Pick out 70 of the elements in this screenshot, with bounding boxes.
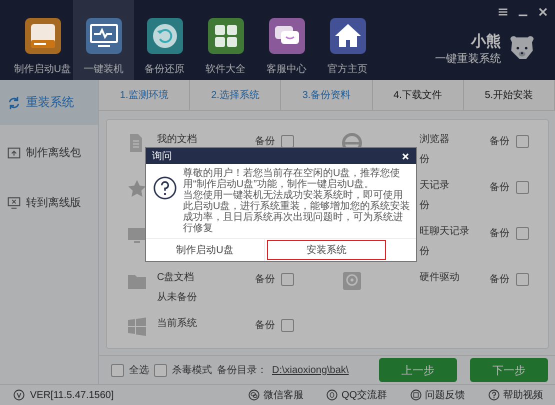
item-status: 份 — [420, 154, 430, 166]
item-status: 份 — [420, 246, 430, 258]
checkbox[interactable] — [281, 135, 294, 148]
status-link[interactable]: 帮助视频 — [488, 388, 543, 402]
backup-label: 备份 — [255, 274, 275, 286]
dialog-button[interactable]: 安装系统 — [266, 240, 386, 260]
item-label: 旺聊天记录 — [420, 226, 470, 238]
nav-item[interactable]: 备份还原 — [134, 0, 195, 80]
feedback-icon — [410, 389, 422, 401]
dialog-message: 当您使用一键装机无法成功安装系统时，即可使用此启动U盘，进行系统重装，能够增加您的系统安装成功率，且日后系统再次出现问题时，可为系统进行修复 — [183, 190, 412, 234]
checkbox-label: 杀毒模式 — [172, 364, 212, 377]
nav-item[interactable]: 制作启动U盘 — [12, 0, 73, 80]
chat-icon — [248, 389, 260, 401]
monitor-icon — [127, 225, 147, 245]
item-label: C盘文档 — [157, 272, 196, 284]
brand-name: 小熊 — [471, 32, 501, 51]
sidebar-item[interactable]: 转到离线版 — [0, 180, 98, 225]
nav-item[interactable]: 官方主页 — [317, 0, 378, 80]
item-label: 硬件驱动 — [420, 272, 460, 284]
item-label: 天记录 — [420, 180, 450, 192]
step: 4.下载文件 — [372, 80, 464, 110]
status-link[interactable]: 问题反馈 — [410, 388, 465, 402]
nav-item[interactable]: 软件大全 — [195, 0, 256, 80]
checkbox[interactable] — [516, 227, 528, 240]
item-label: 当前系统 — [157, 318, 198, 330]
sidebar-item[interactable]: 制作离线包 — [0, 130, 98, 175]
checkbox[interactable] — [516, 181, 528, 194]
upload-box-icon — [7, 146, 21, 160]
brand-tagline: 一键重装系统 — [435, 52, 501, 66]
checkbox[interactable] — [281, 319, 294, 332]
backup-label: 备份 — [255, 136, 275, 148]
checkbox[interactable] — [516, 273, 528, 286]
backup-label: 备份 — [490, 136, 510, 148]
checkbox[interactable] — [154, 364, 167, 376]
version-icon — [13, 389, 25, 401]
disk-drive-icon — [342, 271, 362, 291]
menu-icon[interactable] — [497, 6, 509, 18]
monitor-icon — [7, 196, 21, 210]
step: 1.监测环境 — [99, 80, 190, 110]
dialog-title: 询问 — [152, 150, 172, 163]
star-icon — [127, 179, 147, 199]
question-icon — [153, 176, 177, 200]
step: 5.开始安装 — [464, 80, 555, 110]
step: 3.备份资料 — [281, 80, 373, 110]
nav-item[interactable]: 客服中心 — [256, 0, 317, 80]
item-status: 份 — [420, 200, 430, 212]
close-icon[interactable] — [537, 6, 549, 18]
backup-label: 备份 — [490, 182, 510, 194]
windows-logo-icon — [127, 317, 147, 337]
close-icon[interactable] — [401, 152, 410, 160]
version-text: VER[11.5.47.1560] — [30, 390, 114, 400]
dialog-message: 尊敬的用户！若您当前存在空闲的U盘，推荐您使用“制作启动U盘”功能，制作一键启动U盘。 — [183, 168, 402, 190]
nav-item[interactable]: 一键装机 — [73, 0, 134, 80]
item-label: 我的文档 — [157, 134, 198, 146]
checkbox[interactable] — [281, 273, 294, 286]
backup-dir-link[interactable]: D:\xiaoxiong\bak\ — [272, 364, 349, 376]
item-label: 浏览器 — [420, 134, 450, 146]
checkbox[interactable] — [516, 135, 528, 148]
status-link[interactable]: QQ交流群 — [326, 388, 387, 402]
refresh-icon — [7, 96, 21, 110]
checkbox[interactable] — [111, 364, 124, 376]
backup-dir-label: 备份目录： — [217, 364, 267, 377]
step: 2.选择系统 — [190, 80, 282, 110]
status-link[interactable]: 微信客服 — [248, 388, 304, 402]
backup-label: 备份 — [490, 274, 510, 286]
backup-label: 备份 — [490, 228, 510, 240]
item-status: 从未备份 — [157, 292, 198, 304]
backup-label: 备份 — [255, 320, 275, 332]
checkbox-label: 全选 — [129, 364, 149, 377]
help-icon — [488, 389, 500, 401]
